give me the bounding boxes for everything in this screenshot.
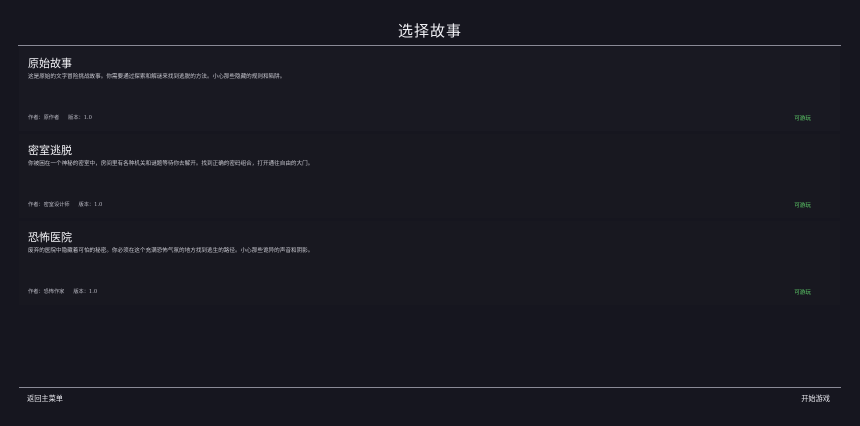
story-card-escape-room[interactable]: 密室逃脱 你被困在一个神秘的密室中，房间里有各种机关和谜题等待你去解开。找到正确…: [19, 134, 840, 218]
story-author: 作者：原作者: [28, 115, 60, 121]
story-name: 恐怖医院: [28, 231, 72, 244]
story-name: 原始故事: [28, 57, 72, 70]
story-select-screen: 选择故事 原始故事 这是原始的文字冒险挑战故事。你需要通过探索和解谜来找到逃脱的…: [0, 0, 860, 426]
header-divider: [18, 45, 841, 46]
story-list: 原始故事 这是原始的文字冒险挑战故事。你需要通过探索和解谜来找到逃脱的方法。小心…: [19, 47, 840, 308]
story-description: 废弃的医院中隐藏着可怕的秘密。你必须在这个充满恐怖气氛的地方找到逃生的路径。小心…: [28, 248, 314, 254]
back-to-main-menu-button[interactable]: 返回主菜单: [27, 394, 63, 404]
story-status-badge: 可游玩: [794, 116, 811, 122]
story-version: 版本：1.0: [73, 289, 98, 295]
story-card-horror-hospital[interactable]: 恐怖医院 废弃的医院中隐藏着可怕的秘密。你必须在这个充满恐怖气氛的地方找到逃生的…: [19, 221, 840, 305]
story-meta: 作者：密室设计师 版本：1.0: [28, 201, 102, 208]
story-author: 作者：恐怖作家: [28, 289, 65, 295]
story-status-badge: 可游玩: [794, 290, 811, 296]
story-version: 版本：1.0: [68, 115, 92, 121]
story-meta: 作者：原作者 版本：1.0: [28, 114, 92, 121]
start-game-button[interactable]: 开始游戏: [801, 394, 830, 404]
footer-divider: [19, 387, 841, 388]
story-author: 作者：密室设计师: [28, 202, 70, 208]
story-meta: 作者：恐怖作家 版本：1.0: [28, 288, 97, 295]
story-status-badge: 可游玩: [794, 203, 811, 209]
story-description: 这是原始的文字冒险挑战故事。你需要通过探索和解谜来找到逃脱的方法。小心那些隐藏的…: [28, 74, 286, 80]
page-title: 选择故事: [397, 22, 462, 40]
story-version: 版本：1.0: [78, 202, 103, 208]
story-description: 你被困在一个神秘的密室中，房间里有各种机关和谜题等待你去解开。找到正确的密码组合…: [28, 161, 314, 167]
story-name: 密室逃脱: [28, 144, 72, 157]
story-card-original[interactable]: 原始故事 这是原始的文字冒险挑战故事。你需要通过探索和解谜来找到逃脱的方法。小心…: [19, 47, 840, 131]
